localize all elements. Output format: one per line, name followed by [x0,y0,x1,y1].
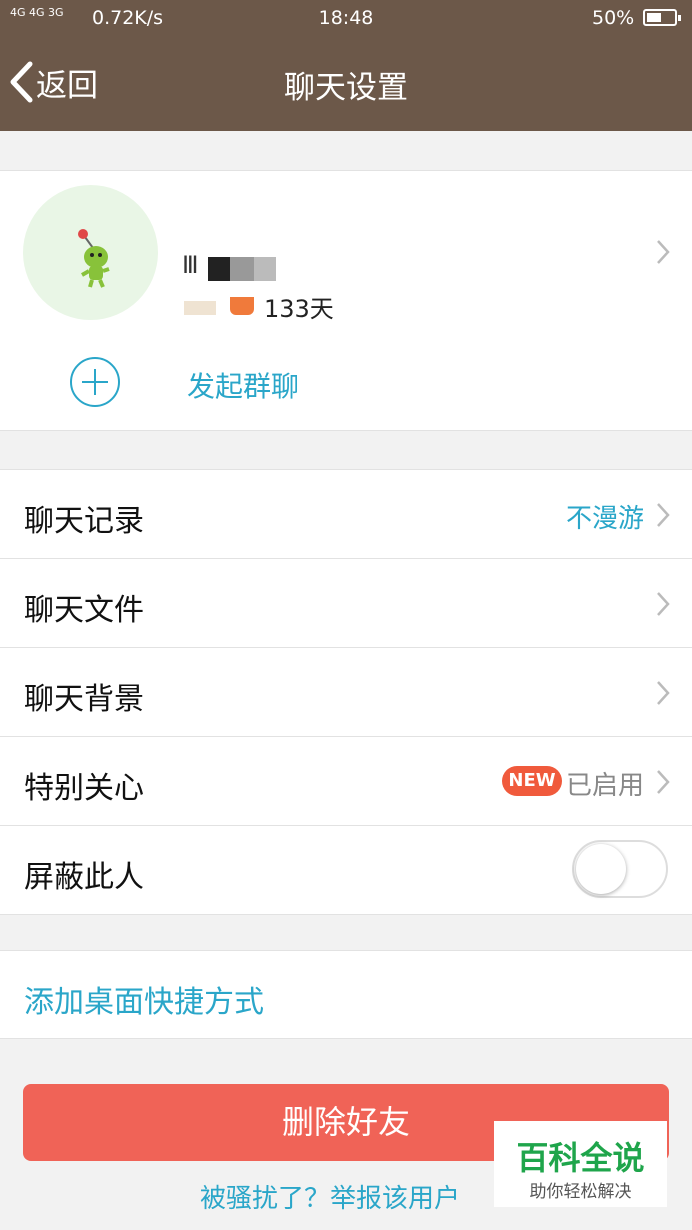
settings-list: 聊天记录 不漫游 聊天文件 聊天背景 特别关心 NEW 已启用 屏蔽此人 [0,469,692,915]
chevron-right-icon [657,592,670,616]
report-user-link[interactable]: 被骚扰了？举报该用户 [200,1178,460,1215]
row-value: 已启用 [565,771,644,801]
days-redaction [184,301,216,315]
row-label: 聊天记录 [24,504,144,539]
new-badge: NEW [502,766,562,796]
status-bar: 4G 4G 3G 0.72K/s 18:48 50% [0,0,692,38]
name-redaction [254,257,276,281]
contact-name: Ⅲ [182,241,282,281]
shortcut-label: 添加桌面快捷方式 [24,985,264,1020]
chevron-right-icon [657,240,670,264]
watermark-subtitle: 助你轻松解决 [529,1182,632,1202]
block-user-toggle[interactable] [572,840,668,898]
name-redaction [230,257,254,281]
settings-row-chat-files[interactable]: 聊天文件 [0,559,692,648]
start-group-chat-button[interactable]: 发起群聊 [0,335,692,431]
settings-row-chat-background[interactable]: 聊天背景 [0,648,692,737]
top-bar: 4G 4G 3G 0.72K/s 18:48 50% 返回 聊天设置 [0,0,692,131]
row-label: 聊天文件 [24,593,144,628]
page-title: 聊天设置 [284,70,408,106]
friend-days: 133天 [264,295,334,323]
row-value: 不漫游 [565,504,644,534]
group-chat-label: 发起群聊 [187,370,300,403]
flame-icon [230,297,254,315]
avatar[interactable] [23,185,158,320]
chevron-right-icon [657,770,670,794]
chevron-right-icon [657,503,670,527]
chevron-right-icon [657,681,670,705]
settings-row-chat-history[interactable]: 聊天记录 不漫游 [0,470,692,559]
row-label: 特别关心 [24,771,144,806]
settings-row-block-user: 屏蔽此人 [0,826,692,915]
settings-row-special-care[interactable]: 特别关心 NEW 已启用 [0,737,692,826]
profile-card[interactable]: Ⅲ 133天 [0,170,692,336]
battery-icon [643,9,681,26]
name-redaction [208,257,230,281]
row-label: 屏蔽此人 [24,860,144,895]
watermark: 百科全说 助你轻松解决 [494,1121,667,1207]
battery-percent: 50% [592,7,635,29]
contact-name-text: Ⅲ [182,251,199,279]
plus-circle-icon [70,357,120,407]
add-shortcut-button[interactable]: 添加桌面快捷方式 [0,950,692,1039]
avatar-image [78,229,110,288]
row-label: 聊天背景 [24,682,144,717]
watermark-title: 百科全说 [516,1139,645,1177]
clock: 18:48 [318,7,374,29]
